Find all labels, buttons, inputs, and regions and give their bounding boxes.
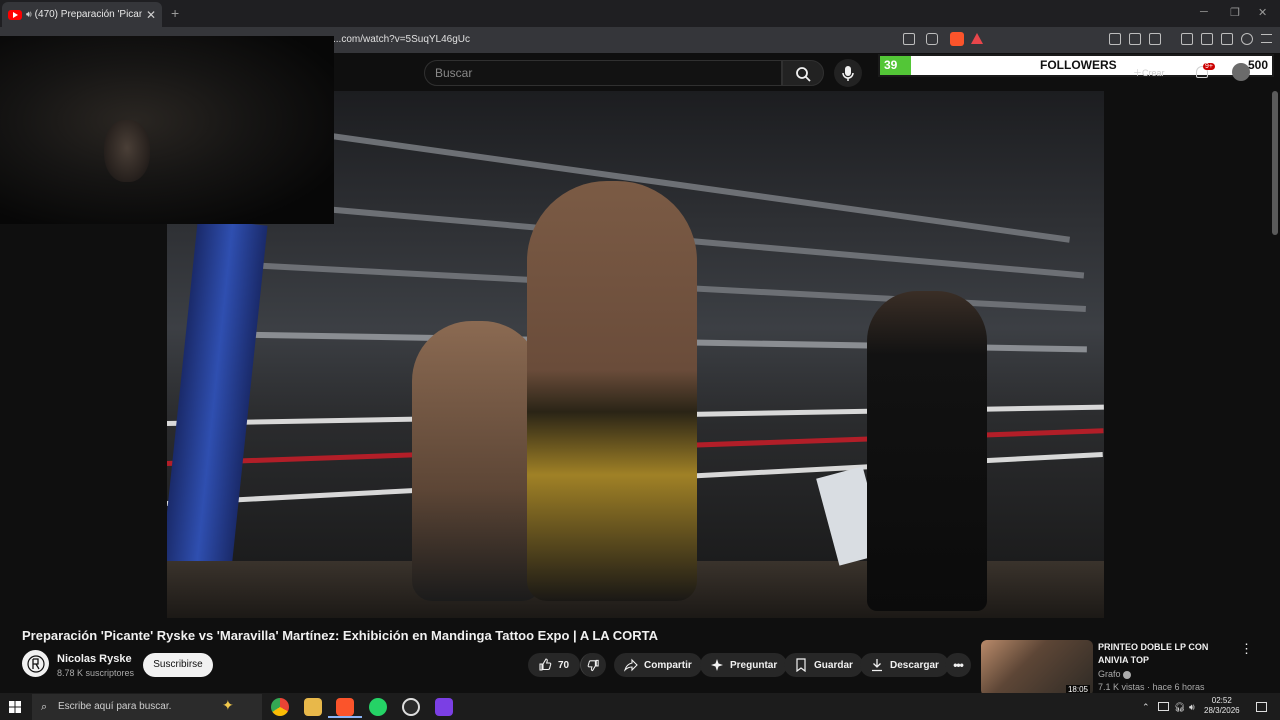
bookmark-icon — [796, 658, 806, 672]
copilot-sparkle-icon[interactable]: ✦ — [222, 697, 234, 714]
like-count: 70 — [558, 659, 570, 671]
clock-date: 28/3/2026 — [1204, 706, 1240, 715]
notifications-badge: 9+ — [1203, 63, 1215, 70]
close-window-icon[interactable]: ✕ — [1258, 6, 1267, 19]
share-icon — [624, 658, 638, 672]
share-page-icon[interactable] — [926, 33, 938, 45]
maximize-icon[interactable]: ❐ — [1230, 6, 1240, 19]
like-button[interactable]: 70 — [528, 653, 580, 677]
voice-search-button[interactable] — [834, 59, 862, 87]
thumbs-up-icon — [539, 658, 552, 671]
referee — [867, 291, 987, 611]
minimize-icon[interactable]: ─ — [1200, 6, 1208, 18]
brave-shield-icon[interactable] — [950, 32, 964, 46]
recommended-channel[interactable]: Grafo — [1098, 669, 1132, 679]
create-label: Crear — [1142, 68, 1165, 78]
tray-chevron-icon[interactable]: ⌃ — [1142, 702, 1150, 713]
more-horizontal-icon: ••• — [953, 658, 964, 672]
url-text[interactable]: ...com/watch?v=5SuqYL46gUc — [333, 34, 470, 45]
browser-titlebar: 🔊︎ (470) Preparación 'Picante' Ry... ✕ +… — [0, 0, 1280, 27]
chrome-icon[interactable] — [271, 698, 289, 716]
tab-close-icon[interactable]: ✕ — [146, 8, 156, 22]
account-avatar[interactable] — [1232, 63, 1250, 81]
ceiling-beam — [316, 131, 1071, 243]
ask-label: Preguntar — [730, 659, 778, 671]
file-explorer-icon[interactable] — [304, 698, 322, 716]
fighter-left — [412, 321, 542, 601]
more-vertical-icon[interactable]: ⋮ — [1240, 641, 1253, 657]
download-label: Descargar — [890, 659, 939, 671]
download-button[interactable]: Descargar — [860, 653, 949, 677]
cast-icon[interactable] — [903, 33, 915, 45]
twitch-icon[interactable] — [435, 698, 453, 716]
recommended-meta: 7.1 K vistas · hace 6 horas — [1098, 682, 1205, 692]
share-label: Compartir — [644, 659, 692, 671]
share-button[interactable]: Compartir — [614, 653, 702, 677]
video-title: Preparación 'Picante' Ryske vs 'Maravill… — [22, 628, 659, 643]
obs-icon[interactable] — [402, 698, 420, 716]
network-icon[interactable] — [1158, 702, 1169, 711]
ask-button[interactable]: Preguntar — [700, 653, 788, 677]
notifications-center-icon[interactable] — [1256, 702, 1267, 712]
followers-goal: 500 — [1247, 58, 1268, 72]
save-label: Guardar — [814, 659, 853, 671]
new-tab-button[interactable]: + — [171, 5, 179, 21]
menu-icon[interactable] — [1261, 34, 1272, 43]
whatsapp-icon[interactable] — [369, 698, 387, 716]
followers-label: FOLLOWERS — [1040, 58, 1117, 72]
active-app-indicator — [328, 716, 362, 718]
page-scrollbar[interactable] — [1272, 91, 1278, 235]
vpn-icon[interactable] — [1241, 33, 1253, 45]
clock-time: 02:52 — [1211, 696, 1232, 705]
puzzle-icon[interactable] — [1129, 33, 1141, 45]
brave-rewards-icon[interactable] — [971, 33, 983, 44]
webcam-overlay — [0, 36, 334, 224]
extension-icon[interactable] — [1109, 33, 1121, 45]
fighter-center — [527, 181, 697, 601]
music-icon[interactable] — [1181, 33, 1193, 45]
search-button[interactable] — [782, 60, 824, 86]
brave-browser-icon[interactable] — [336, 698, 354, 716]
create-button[interactable]: ＋Crear — [1133, 66, 1165, 79]
dislike-button[interactable] — [580, 653, 606, 677]
microphone-icon — [842, 66, 854, 81]
subscribe-button[interactable]: Suscribirse — [143, 653, 213, 677]
recommended-channel-name: Grafo — [1098, 669, 1121, 679]
search-input[interactable]: Buscar — [424, 60, 782, 86]
save-button[interactable]: Guardar — [784, 653, 863, 677]
taskbar-clock[interactable]: 02:52 28/3/2026 — [1204, 696, 1240, 716]
taskbar-search-icon: ⌕ — [41, 701, 48, 713]
sidebar-icon[interactable] — [1201, 33, 1213, 45]
recommended-thumbnail[interactable]: 18:05 — [981, 640, 1093, 696]
volume-icon[interactable]: 🔊︎ — [1189, 702, 1195, 713]
windows-start-icon[interactable] — [9, 701, 21, 713]
search-icon — [796, 67, 811, 82]
sparkle-icon — [711, 659, 723, 671]
youtube-favicon-icon — [8, 9, 22, 20]
more-actions-button[interactable]: ••• — [945, 653, 971, 677]
ring-corner-post — [167, 218, 268, 618]
speaker-icon[interactable]: 🔊︎ — [26, 9, 32, 20]
streamer-face — [104, 120, 150, 182]
subscriber-count: 8.78 K suscriptores — [57, 668, 135, 678]
tab-search-icon[interactable] — [1149, 33, 1161, 45]
channel-logo-icon — [26, 654, 45, 673]
download-icon — [872, 659, 882, 672]
tab-youtube[interactable]: 🔊︎ (470) Preparación 'Picante' Ry... ✕ — [2, 2, 162, 27]
channel-name[interactable]: Nicolas Ryske — [57, 653, 132, 665]
wallet-icon[interactable] — [1221, 33, 1233, 45]
followers-current: 39 — [884, 58, 898, 72]
verified-icon — [1123, 670, 1132, 679]
thumbs-down-icon — [587, 659, 599, 672]
tab-title: (470) Preparación 'Picante' Ry... — [34, 9, 142, 20]
channel-avatar[interactable] — [22, 650, 49, 677]
headset-icon[interactable]: 🎧︎ — [1174, 702, 1185, 713]
recommended-title[interactable]: PRINTEO DOBLE LP CON ANIVIA TOP — [1098, 641, 1228, 667]
